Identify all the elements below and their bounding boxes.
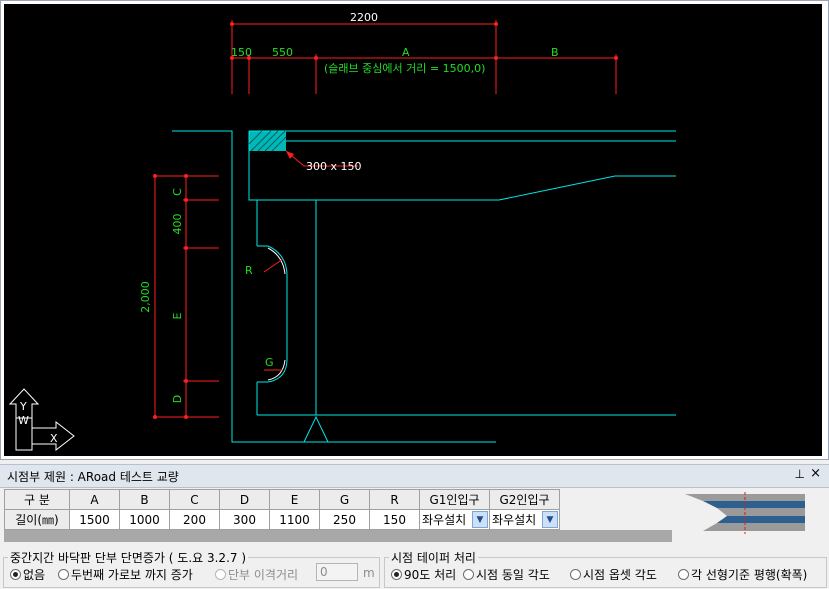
radio-label: 단부 이격거리 — [228, 568, 299, 582]
close-icon[interactable]: × — [810, 466, 821, 481]
dim-2000-label: 2,000 — [139, 281, 152, 313]
chevron-down-icon[interactable]: ▼ — [542, 511, 558, 528]
radio-label: 90도 처리 — [404, 568, 457, 582]
col-header: R — [369, 489, 420, 510]
dim-total-label: 2200 — [350, 11, 378, 24]
g2-inlet-value: 좌우설치 — [492, 513, 537, 527]
cad-canvas[interactable]: 2200 300 x 150 150 550 A B (슬래브 중심에서 거리 … — [4, 4, 822, 456]
cad-drawing: 2200 300 x 150 150 550 A B (슬래브 중심에서 거리 … — [8, 11, 676, 452]
drawing-viewport[interactable]: 2200 300 x 150 150 550 A B (슬래브 중심에서 거리 … — [0, 0, 829, 460]
dim-550-label: 550 — [272, 46, 293, 59]
dim-150-label: 150 — [231, 46, 252, 59]
radius-label: R — [245, 264, 253, 277]
g-label: G — [265, 356, 274, 369]
cell-a[interactable]: 1500 — [69, 509, 120, 530]
radio-label: 없음 — [23, 568, 46, 582]
cell-e[interactable]: 1100 — [269, 509, 320, 530]
panel-title: 시점부 제원 : ARoad 테스트 교량 — [7, 470, 179, 484]
cell-r[interactable]: 150 — [369, 509, 420, 530]
taper-title: 시점 테이퍼 처리 — [391, 551, 476, 565]
radio-same-angle[interactable]: 시점 동일 각도 — [463, 566, 550, 583]
col-header: 구 분 — [4, 489, 70, 510]
section-outline — [172, 130, 676, 443]
axis-x-label: X — [50, 432, 58, 445]
size-label: 300 x 150 — [306, 160, 362, 173]
dim-a-label: A — [402, 46, 410, 59]
dim-e-label: E — [171, 312, 184, 319]
dim-c-label: C — [171, 188, 184, 196]
cell-c[interactable]: 200 — [169, 509, 220, 530]
dimension-table: 구 분 A B C D E G R G1인입구 G2인입구 길이(㎜) 1500… — [4, 489, 560, 530]
dim-b-label: B — [551, 46, 559, 59]
radio-label: 시점 옵셋 각도 — [583, 568, 657, 582]
g2-inlet-select[interactable]: 좌우설치 ▼ — [489, 509, 560, 530]
col-header: E — [269, 489, 320, 510]
radio-indicator[interactable] — [678, 569, 689, 580]
radio-parallel-widening[interactable]: 각 선형기준 평행(확폭) — [678, 566, 807, 583]
col-header: A — [69, 489, 120, 510]
row-label: 길이(㎜) — [4, 509, 70, 530]
table-empty-area — [4, 530, 672, 542]
end-distance-input[interactable] — [316, 563, 358, 581]
radio-second-crossbeam[interactable]: 두번째 가로보 까지 증가 — [58, 566, 193, 583]
cell-b[interactable]: 1000 — [119, 509, 170, 530]
properties-panel-header: 시점부 제원 : ARoad 테스트 교량 ⊥ × — [0, 464, 829, 488]
radio-label: 각 선형기준 평행(확폭) — [691, 568, 808, 582]
radio-indicator[interactable] — [215, 569, 226, 580]
col-header: G1인입구 — [419, 489, 490, 510]
cell-d[interactable]: 300 — [219, 509, 270, 530]
col-header: D — [219, 489, 270, 510]
col-header: B — [119, 489, 170, 510]
slab-center-note: (슬래브 중심에서 거리 = 1500,0) — [324, 62, 485, 75]
col-header: G2인입구 — [489, 489, 560, 510]
col-header: G — [319, 489, 370, 510]
col-header: C — [169, 489, 220, 510]
axis-y-label: Y — [19, 400, 27, 413]
g1-inlet-value: 좌우설치 — [422, 513, 467, 527]
dim-400-label: 400 — [171, 214, 184, 235]
table-header-row: 구 분 A B C D E G R G1인입구 G2인입구 — [4, 489, 560, 510]
taper-preview-thumbnail — [683, 489, 807, 539]
section-increase-title: 중간지간 바닥판 단부 단면증가 ( 도.요 3.2.7 ) — [10, 551, 247, 565]
radio-indicator[interactable] — [58, 569, 69, 580]
dim-d-label: D — [171, 395, 184, 403]
radio-none[interactable]: 없음 — [10, 566, 45, 583]
dimension-ticks — [153, 22, 618, 419]
radio-indicator[interactable] — [391, 569, 402, 580]
radio-90deg[interactable]: 90도 처리 — [391, 566, 456, 583]
cell-g[interactable]: 250 — [319, 509, 370, 530]
axis-w-label: W — [18, 414, 29, 427]
table-row: 길이(㎜) 1500 1000 200 300 1100 250 150 좌우설… — [4, 509, 560, 530]
radio-label: 시점 동일 각도 — [476, 568, 550, 582]
radio-offset-angle[interactable]: 시점 옵셋 각도 — [570, 566, 657, 583]
leader-arrow — [286, 151, 294, 159]
radio-label: 두번째 가로보 까지 증가 — [71, 568, 193, 582]
pin-icon[interactable]: ⊥ — [795, 467, 805, 481]
radio-indicator[interactable] — [570, 569, 581, 580]
radio-indicator[interactable] — [463, 569, 474, 580]
dimension-lines — [153, 20, 617, 418]
radio-end-distance[interactable]: 단부 이격거리 — [215, 566, 298, 583]
chevron-down-icon[interactable]: ▼ — [472, 511, 488, 528]
radio-indicator[interactable] — [10, 569, 21, 580]
g1-inlet-select[interactable]: 좌우설치 ▼ — [419, 509, 490, 530]
unit-label: m — [363, 566, 375, 580]
